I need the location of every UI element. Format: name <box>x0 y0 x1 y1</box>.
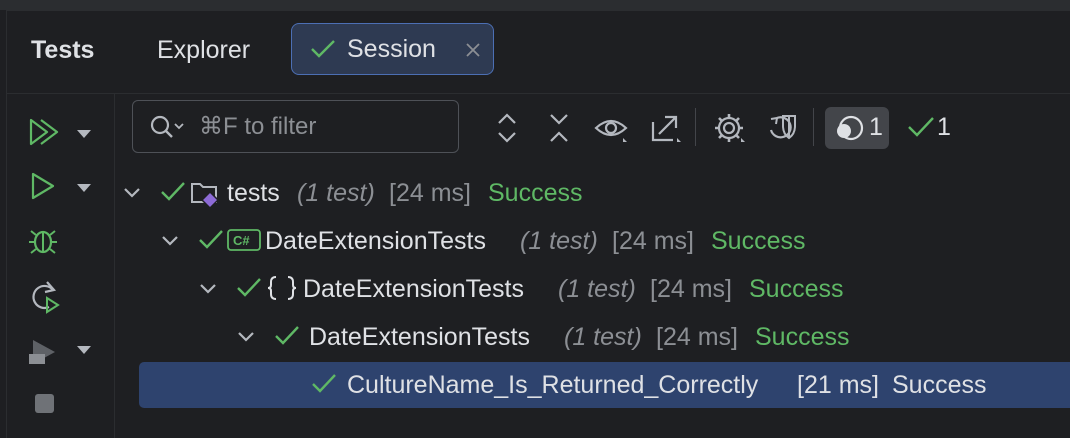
tree-item-name: CultureName_Is_Returned_Correctly <box>347 371 759 399</box>
check-icon <box>311 372 337 396</box>
duration: [21 ms] <box>797 371 879 399</box>
duration: [24 ms] <box>612 227 694 255</box>
total-tests-counter[interactable]: 1 <box>825 107 889 149</box>
status-text: Success <box>755 323 850 351</box>
status-text: Success <box>711 227 806 255</box>
svg-text:C#: C# <box>233 233 250 248</box>
status-text: Success <box>749 275 844 303</box>
filter-input[interactable] <box>197 109 451 145</box>
status-text: Success <box>892 371 987 399</box>
run-icon[interactable] <box>25 168 65 204</box>
toolbar-separator <box>695 108 696 146</box>
chevron-down-icon[interactable] <box>75 182 93 194</box>
passed-counter[interactable]: 1 <box>907 113 951 141</box>
test-count: (1 test) <box>564 323 642 351</box>
debug-icon[interactable] <box>25 222 65 258</box>
check-icon <box>310 38 336 60</box>
check-icon <box>274 324 300 348</box>
folder-icon <box>190 178 222 208</box>
tree-row-test-method[interactable]: CultureName_Is_Returned_Correctly [21 ms… <box>139 362 1070 408</box>
coverage-icon[interactable] <box>25 332 65 368</box>
tests-toggle-icon <box>833 114 867 142</box>
chevron-down-icon[interactable] <box>198 279 218 299</box>
left-toolbar <box>7 94 115 438</box>
test-runner-panel: Tests Explorer Session ⌘F to filter 1 1 … <box>6 10 1070 438</box>
tree-row-class[interactable]: DateExtensionTests (1 test) [24 ms] Succ… <box>114 314 1070 360</box>
expand-all-icon[interactable] <box>489 110 525 146</box>
test-count: (1 test) <box>558 275 636 303</box>
duration: [24 ms] <box>389 179 471 207</box>
tab-divider <box>7 93 1070 94</box>
tab-session[interactable]: Session <box>291 23 494 75</box>
check-icon <box>160 180 186 204</box>
debug-shield-icon[interactable] <box>763 110 799 146</box>
test-count: (1 test) <box>520 227 598 255</box>
toolbar-separator <box>813 108 814 146</box>
tab-bar: Tests Explorer Session <box>7 11 1070 93</box>
check-icon <box>907 113 935 141</box>
tree-row-namespace[interactable]: DateExtensionTests (1 test) [24 ms] Succ… <box>114 266 1070 312</box>
check-icon <box>198 228 224 252</box>
tree-item-name: DateExtensionTests <box>303 275 524 303</box>
chevron-down-icon[interactable] <box>236 327 256 347</box>
chevron-down-icon[interactable] <box>75 128 93 140</box>
filter-field[interactable] <box>132 100 459 153</box>
tree-row-tests[interactable]: tests (1 test) [24 ms] Success <box>114 170 1070 216</box>
run-all-icon[interactable] <box>25 114 65 150</box>
tree-item-name: tests <box>227 179 280 207</box>
rerun-icon[interactable] <box>25 278 65 314</box>
tree-item-name: DateExtensionTests <box>309 323 530 351</box>
tab-session-label: Session <box>347 35 436 63</box>
tree-row-file[interactable]: C# DateExtensionTests (1 test) [24 ms] S… <box>114 218 1070 264</box>
chevron-down-icon[interactable] <box>122 183 142 203</box>
chevron-down-icon[interactable] <box>75 344 93 356</box>
chevron-down-icon[interactable] <box>160 231 180 251</box>
tree-item-name: DateExtensionTests <box>265 227 486 255</box>
search-icon <box>149 114 189 140</box>
duration: [24 ms] <box>656 323 738 351</box>
collapse-all-icon[interactable] <box>541 110 577 146</box>
close-icon[interactable] <box>464 41 482 59</box>
eye-icon[interactable] <box>593 110 629 146</box>
namespace-icon <box>266 274 298 302</box>
tab-tests[interactable]: Tests <box>31 23 94 77</box>
passed-count: 1 <box>937 113 951 141</box>
csharp-file-icon: C# <box>227 228 263 252</box>
duration: [24 ms] <box>650 275 732 303</box>
gear-icon[interactable] <box>711 110 747 146</box>
total-count: 1 <box>869 113 883 141</box>
test-count: (1 test) <box>297 179 375 207</box>
status-text: Success <box>488 179 583 207</box>
stop-icon[interactable] <box>25 386 65 422</box>
export-icon[interactable] <box>647 110 683 146</box>
tab-explorer[interactable]: Explorer <box>157 23 250 77</box>
window-top-strip <box>0 0 1070 10</box>
check-icon <box>236 276 262 300</box>
